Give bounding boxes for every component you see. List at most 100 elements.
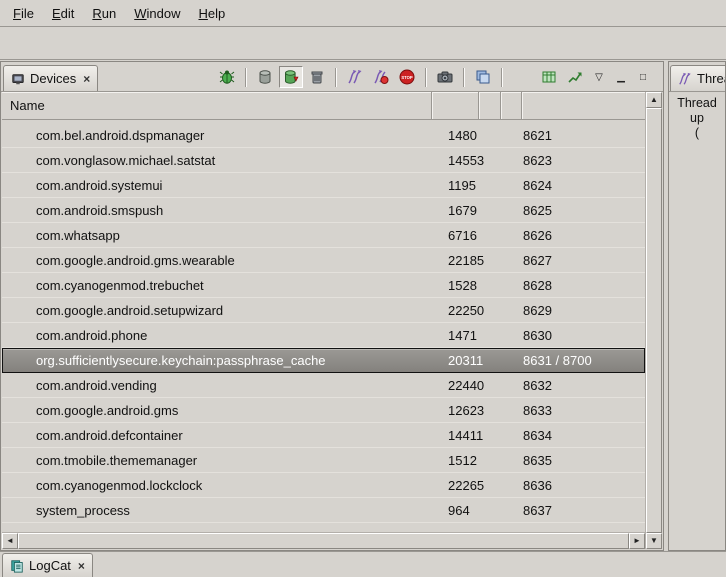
hierarchy-icon [475,69,491,85]
process-name: com.cyanogenmod.trebuchet [2,278,432,293]
column-header-empty[interactable] [479,92,501,119]
table-header: Name [2,92,645,120]
column-header-pid[interactable] [432,92,479,119]
process-port: 8624 [522,178,645,193]
process-pid: 22265 [432,478,479,493]
tab-logcat[interactable]: LogCat × [2,553,93,577]
close-icon[interactable]: × [81,72,90,86]
close-icon[interactable]: × [76,559,85,573]
table-row[interactable]: system_process 964 8637 [2,498,645,523]
process-pid: 964 [432,503,479,518]
table-row[interactable]: com.android.vending 22440 8632 [2,373,645,398]
vertical-scroll-track[interactable] [646,108,662,533]
show-heap-updates-button[interactable] [253,66,277,88]
toolbar-separator [463,68,465,87]
process-pid: 1528 [432,278,479,293]
process-name: system_process [2,503,432,518]
process-port: 8625 [522,203,645,218]
scroll-down-icon[interactable]: ▼ [646,533,662,549]
screen-capture-button[interactable] [433,66,457,88]
sysinfo-button[interactable] [537,66,561,88]
process-port: 8631 / 8700 [522,353,645,368]
table-row[interactable]: com.google.android.gms 12623 8633 [2,398,645,423]
maximize-icon[interactable]: □ [633,68,653,86]
method-profiling-button[interactable] [369,66,393,88]
table-row[interactable]: com.cyanogenmod.lockclock 22265 8636 [2,473,645,498]
toolbar-separator [425,68,427,87]
scroll-up-icon[interactable]: ▲ [646,92,662,108]
view-hierarchy-button[interactable] [471,66,495,88]
horizontal-scrollbar[interactable]: ◄ ► [2,532,645,549]
process-pid: 1679 [432,203,479,218]
menu-help[interactable]: Help [189,2,234,25]
table-row[interactable]: com.cyanogenmod.trebuchet 1528 8628 [2,273,645,298]
process-port: 8626 [522,228,645,243]
menu-window[interactable]: Window [125,2,189,25]
table-row[interactable]: com.android.systemui 1195 8624 [2,173,645,198]
process-port: 8621 [522,128,645,143]
process-port: 8623 [522,153,645,168]
stop-process-button[interactable]: STOP [395,66,419,88]
cause-gc-button[interactable] [305,66,329,88]
process-pid: 12623 [432,403,479,418]
scroll-right-icon[interactable]: ► [629,533,645,549]
table-row[interactable]: com.whatsapp 6716 8626 [2,223,645,248]
tab-threads[interactable]: Threa [670,65,726,91]
horizontal-scroll-thumb[interactable] [18,533,629,549]
process-port: 8636 [522,478,645,493]
logcat-icon [10,559,24,573]
opengl-trace-button[interactable] [563,66,587,88]
tab-threads-label: Threa [697,71,726,86]
table-row[interactable]: com.bel.android.dspmanager 1480 8621 [2,123,645,148]
table-row[interactable]: com.tmobile.thememanager 1512 8635 [2,448,645,473]
process-port: 8627 [522,253,645,268]
process-name: com.whatsapp [2,228,432,243]
process-pid: 1195 [432,178,479,193]
minimize-icon[interactable]: ▁ [611,68,631,86]
view-menu-icon[interactable]: ▽ [589,68,609,86]
table-row[interactable]: com.android.phone 1471 8630 [2,323,645,348]
threads-view: Threa Thread up ( [668,61,726,551]
column-header-empty[interactable] [501,92,522,119]
stop-icon: STOP [399,69,415,85]
toolbar-separator [335,68,337,87]
update-heap-button[interactable] [279,66,303,88]
tab-devices[interactable]: Devices × [3,65,98,91]
trash-icon [309,69,325,85]
process-name: com.android.smspush [2,203,432,218]
table-row-selected[interactable]: org.sufficientlysecure.keychain:passphra… [2,348,645,373]
process-pid: 20311 [432,353,479,368]
scroll-left-icon[interactable]: ◄ [2,533,18,549]
table-row[interactable]: com.android.defcontainer 14411 8634 [2,423,645,448]
vertical-scroll-thumb[interactable] [646,108,662,533]
process-name: com.android.systemui [2,178,432,193]
column-header-name[interactable]: Name [2,92,432,119]
table-row[interactable]: com.google.android.setupwizard 22250 862… [2,298,645,323]
heap-cylinder-icon [257,69,273,85]
update-threads-button[interactable] [343,66,367,88]
menu-edit[interactable]: Edit [43,2,83,25]
process-name: com.android.defcontainer [2,428,432,443]
table-row[interactable]: com.google.android.gms.wearable 22185 86… [2,248,645,273]
process-port: 8630 [522,328,645,343]
debug-process-button[interactable] [215,66,239,88]
process-port: 8634 [522,428,645,443]
process-pid: 22440 [432,378,479,393]
process-pid: 1480 [432,128,479,143]
column-header-port[interactable] [522,92,645,119]
threads-icon [347,69,363,85]
menu-run[interactable]: Run [83,2,125,25]
process-name: com.bel.android.dspmanager [2,128,432,143]
process-port: 8635 [522,453,645,468]
process-pid: 6716 [432,228,479,243]
process-name: com.android.phone [2,328,432,343]
menu-file[interactable]: File [4,2,43,25]
threads-tab-icon [678,72,692,86]
table-row[interactable]: com.android.smspush 1679 8625 [2,198,645,223]
process-pid: 22250 [432,303,479,318]
horizontal-scroll-track[interactable] [18,533,629,549]
process-name: com.android.vending [2,378,432,393]
process-pid: 14553 [432,153,479,168]
table-row[interactable]: com.vonglasow.michael.satstat 14553 8623 [2,148,645,173]
vertical-scrollbar[interactable]: ▲ ▼ [645,92,662,549]
